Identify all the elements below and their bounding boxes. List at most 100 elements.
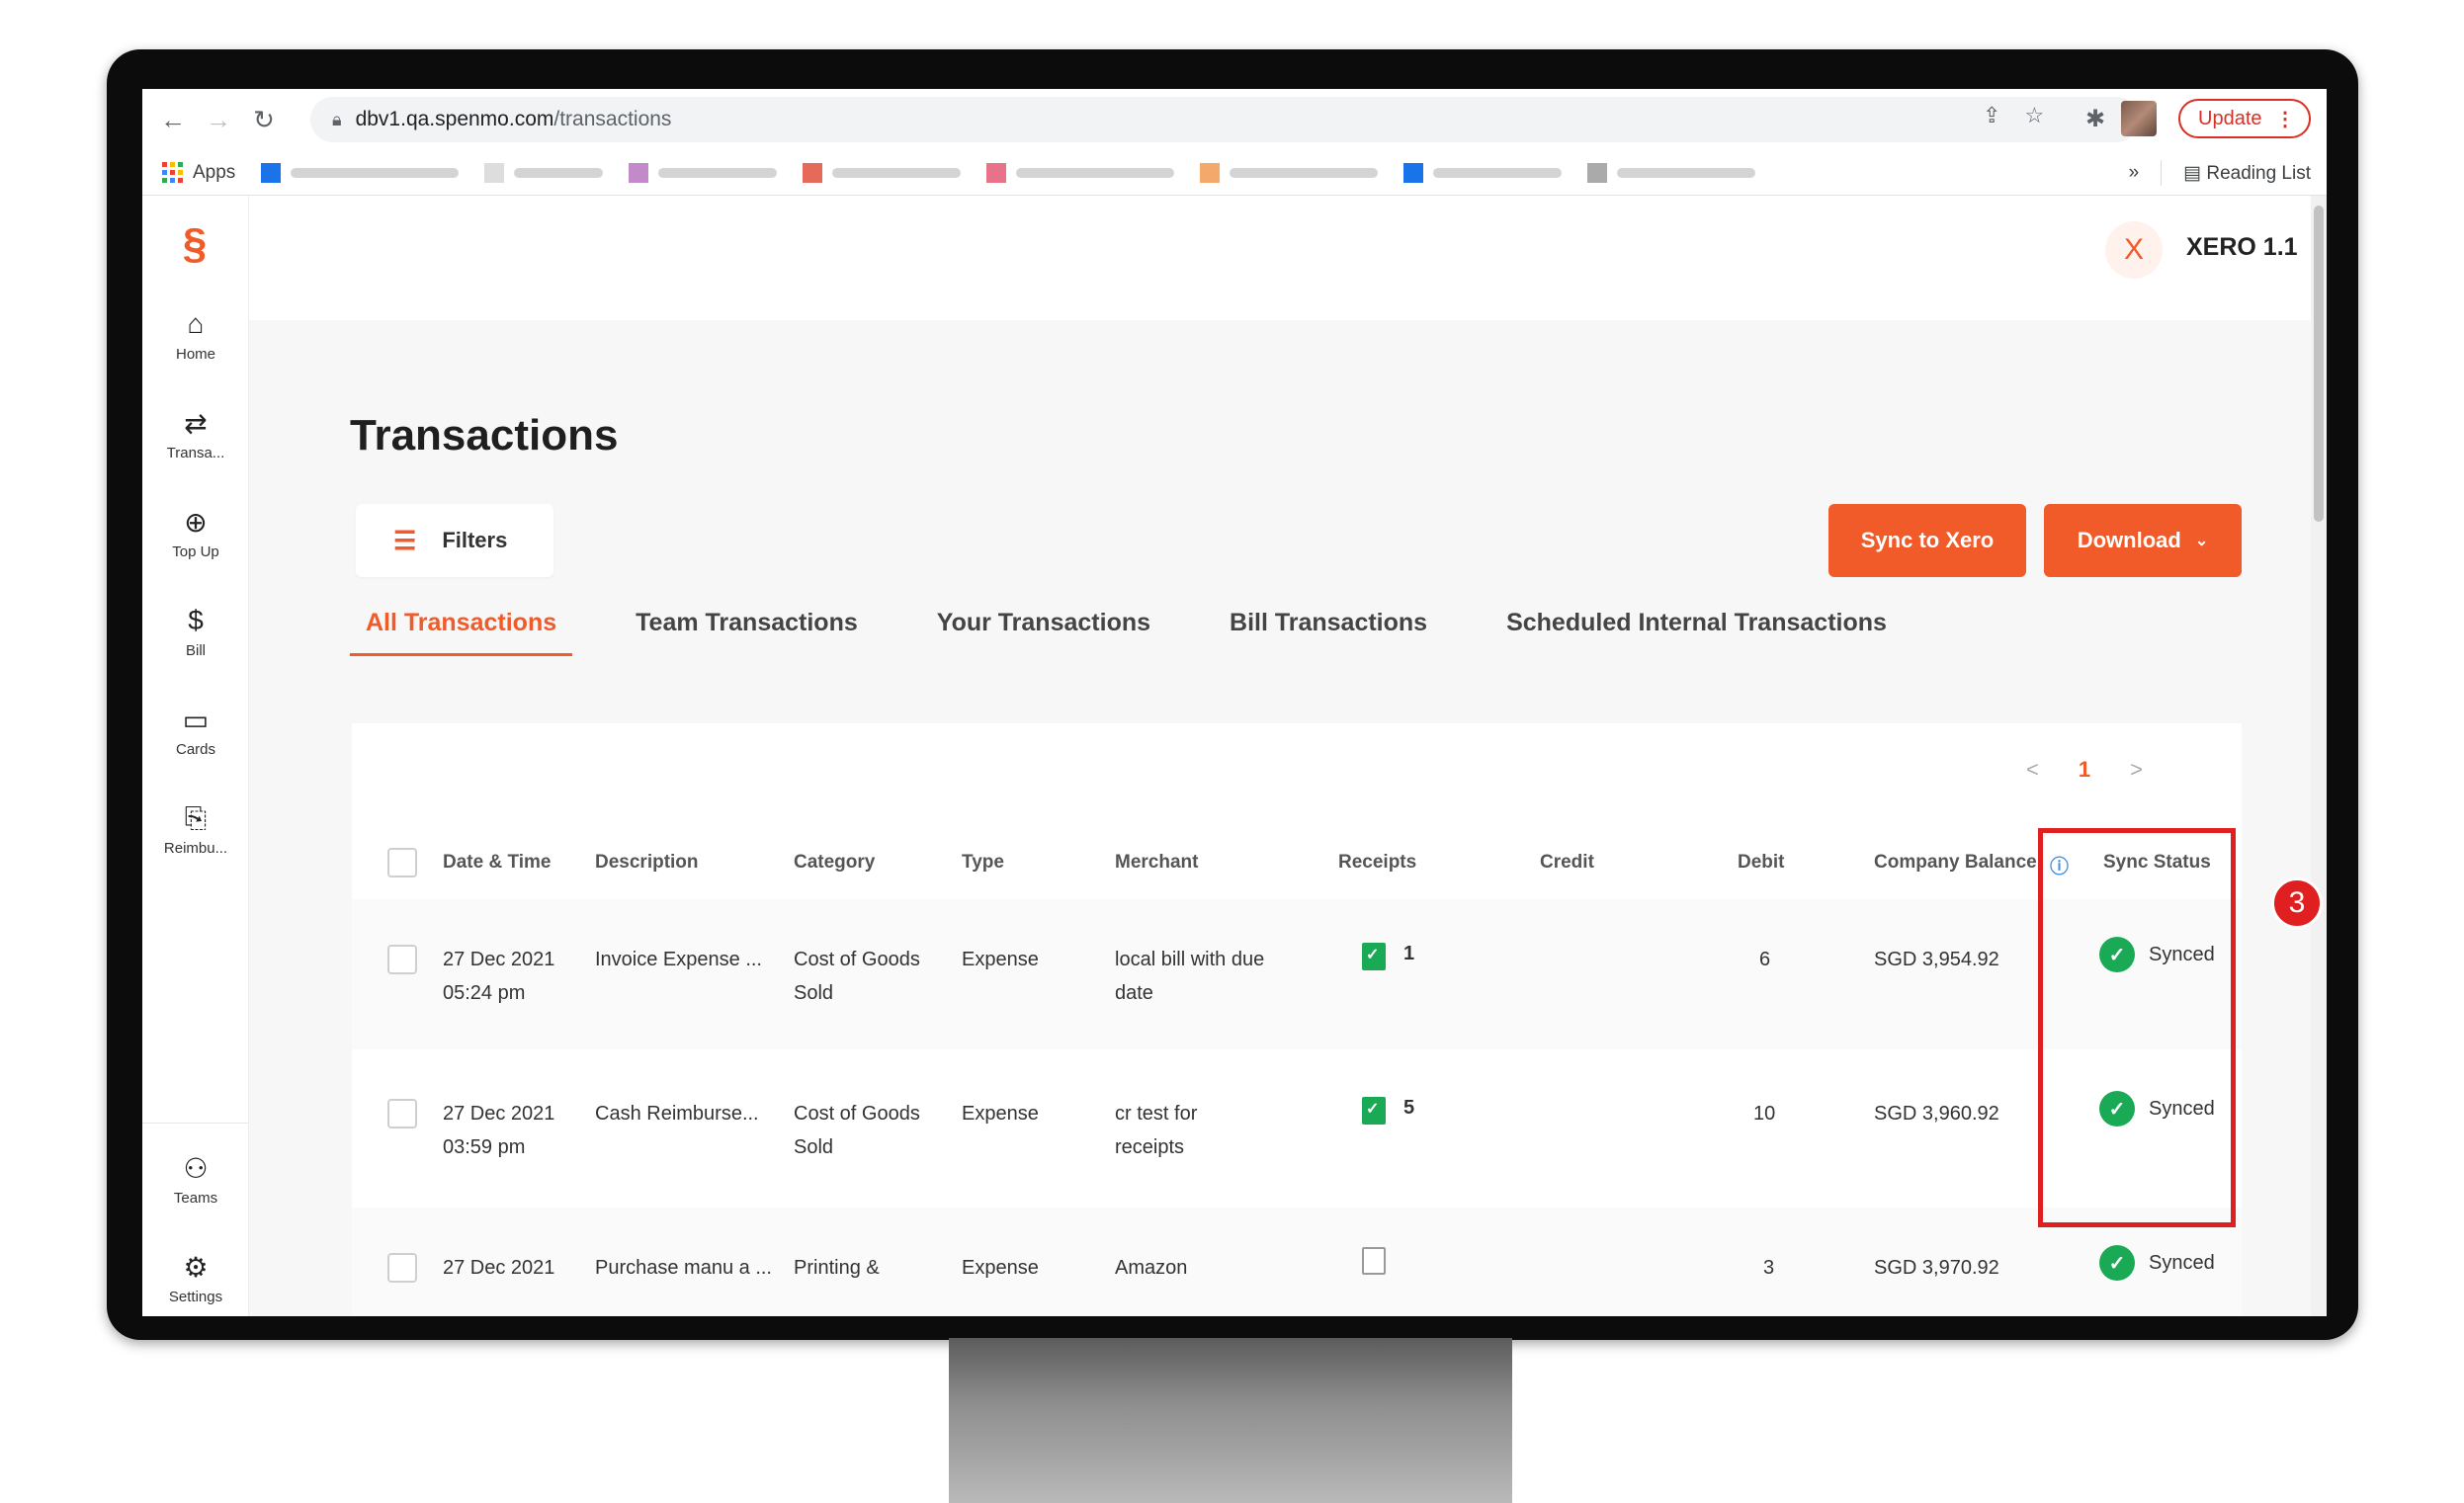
sidebar-item-label: Teams bbox=[173, 1190, 218, 1207]
tab-scheduled-internal-transactions[interactable]: Scheduled Internal Transactions bbox=[1490, 601, 1903, 656]
cell-category: Cost of Goods bbox=[794, 1103, 920, 1125]
row-checkbox[interactable] bbox=[387, 1253, 417, 1283]
receipt-icon[interactable] bbox=[1362, 943, 1386, 970]
column-header[interactable]: Credit bbox=[1540, 852, 1594, 874]
back-icon[interactable]: ← bbox=[150, 97, 196, 142]
address-bar[interactable]: 🔒︎ dbv1.qa.spenmo.com/transactions bbox=[310, 97, 2139, 142]
reimburse-icon: ⎘ bbox=[184, 801, 208, 833]
url-path: /transactions bbox=[553, 108, 672, 130]
cell-balance: SGD 3,960.92 bbox=[1874, 1103, 1999, 1125]
bookmarks-overflow[interactable]: » bbox=[2129, 162, 2140, 184]
cell-receipts-count: 5 bbox=[1403, 1097, 1415, 1119]
forward-icon[interactable]: → bbox=[196, 97, 241, 142]
filters-label: Filters bbox=[442, 528, 508, 552]
bookmark[interactable] bbox=[484, 162, 604, 183]
transaction-tabs: All Transactions Team Transactions Your … bbox=[350, 601, 1950, 656]
gear-icon: ⚙ bbox=[183, 1251, 209, 1283]
cell-merchant: receipts bbox=[1115, 1136, 1185, 1158]
tab-all-transactions[interactable]: All Transactions bbox=[350, 601, 573, 656]
row-checkbox[interactable] bbox=[387, 945, 417, 974]
cell-type: Expense bbox=[962, 1257, 1039, 1279]
column-header[interactable]: Receipts bbox=[1338, 852, 1416, 874]
receipt-icon[interactable] bbox=[1362, 1097, 1386, 1125]
table-row[interactable]: 27 Dec 2021 Purchase manu a ... Printing… bbox=[352, 1208, 2242, 1316]
sidebar-item-home[interactable]: ⌂ Home bbox=[142, 308, 249, 363]
column-header[interactable]: Category bbox=[794, 852, 875, 874]
pagination-next[interactable]: > bbox=[2130, 757, 2143, 783]
sidebar-item-label: Reimbu... bbox=[163, 840, 228, 857]
receipt-empty-icon[interactable] bbox=[1362, 1247, 1386, 1275]
update-button[interactable]: Update ⋮ bbox=[2178, 99, 2311, 138]
page-scrollbar[interactable] bbox=[2311, 196, 2327, 1316]
cell-description: Purchase manu a ... bbox=[595, 1257, 772, 1279]
pagination-prev[interactable]: < bbox=[2026, 757, 2039, 783]
cell-balance: SGD 3,954.92 bbox=[1874, 949, 1999, 970]
reload-icon[interactable]: ↻ bbox=[241, 97, 287, 142]
reading-list-label: Reading List bbox=[2206, 162, 2311, 184]
table-header: Date & Time Description Category Type Me… bbox=[352, 832, 2242, 895]
apps-label[interactable]: Apps bbox=[193, 162, 235, 184]
sidebar-item-label: Cards bbox=[175, 741, 215, 758]
sidebar-item-cards[interactable]: ▭ Cards bbox=[142, 704, 249, 759]
star-icon[interactable]: ☆ bbox=[2024, 103, 2044, 128]
column-header[interactable]: Company Balance bbox=[1874, 852, 2037, 874]
cell-merchant: Amazon bbox=[1115, 1257, 1188, 1279]
bookmark[interactable] bbox=[1403, 162, 1563, 183]
table-row[interactable]: 27 Dec 2021 03:59 pm Cash Reimburse... C… bbox=[352, 1053, 2242, 1204]
tab-bill-transactions[interactable]: Bill Transactions bbox=[1214, 601, 1443, 656]
top-bar: X XERO 1.1 ⌄ bbox=[249, 196, 2327, 320]
sidebar-item-transactions[interactable]: ⇄ Transa... bbox=[142, 407, 249, 462]
tab-your-transactions[interactable]: Your Transactions bbox=[921, 601, 1166, 656]
column-header[interactable]: Description bbox=[595, 852, 699, 874]
cell-type: Expense bbox=[962, 949, 1039, 970]
column-header[interactable]: Merchant bbox=[1115, 852, 1198, 874]
sidebar-item-settings[interactable]: ⚙ Settings bbox=[142, 1251, 249, 1306]
teams-icon: ⚇ bbox=[183, 1152, 209, 1184]
apps-icon[interactable] bbox=[162, 162, 183, 183]
cell-debit: 10 bbox=[1753, 1103, 1776, 1125]
cell-category: Cost of Goods bbox=[794, 949, 920, 970]
share-icon[interactable]: ⇪ bbox=[1983, 103, 2000, 128]
sync-to-xero-button[interactable]: Sync to Xero bbox=[1828, 504, 2026, 577]
download-button[interactable]: Download ⌄ bbox=[2044, 504, 2242, 577]
column-header[interactable]: Date & Time bbox=[443, 852, 551, 874]
sidebar-item-bill[interactable]: $ Bill bbox=[142, 605, 249, 659]
bookmark[interactable] bbox=[629, 162, 778, 183]
bookmark[interactable] bbox=[986, 162, 1175, 183]
cell-merchant: cr test for bbox=[1115, 1103, 1198, 1125]
sidebar-item-top-up[interactable]: ⊕ Top Up bbox=[142, 506, 249, 561]
org-name[interactable]: XERO 1.1 bbox=[2186, 233, 2298, 262]
bookmark[interactable] bbox=[1587, 162, 1756, 183]
more-icon: ⋮ bbox=[2275, 108, 2295, 130]
bookmark[interactable] bbox=[803, 162, 962, 183]
divider bbox=[2161, 160, 2163, 186]
sidebar-item-label: Transa... bbox=[166, 445, 225, 461]
row-checkbox[interactable] bbox=[387, 1099, 417, 1128]
pagination-current[interactable]: 1 bbox=[2079, 757, 2090, 783]
cell-date: 27 Dec 2021 bbox=[443, 1103, 555, 1125]
profile-avatar[interactable] bbox=[2121, 101, 2158, 136]
cell-category: Sold bbox=[794, 982, 834, 1004]
table-row[interactable]: 27 Dec 2021 05:24 pm Invoice Expense ...… bbox=[352, 899, 2242, 1049]
transfer-icon: ⇄ bbox=[184, 407, 208, 439]
bookmark[interactable] bbox=[261, 162, 460, 183]
filters-button[interactable]: ☰ Filters bbox=[356, 504, 553, 577]
cell-category: Sold bbox=[794, 1136, 834, 1158]
sidebar-item-teams[interactable]: ⚇ Teams bbox=[142, 1152, 249, 1208]
sidebar-item-reimbursements[interactable]: ⎘ Reimbu... bbox=[142, 801, 249, 858]
column-header[interactable]: Debit bbox=[1738, 852, 1785, 874]
scrollbar-thumb[interactable] bbox=[2314, 206, 2324, 522]
column-header[interactable]: Type bbox=[962, 852, 1004, 874]
select-all-checkbox[interactable] bbox=[387, 848, 417, 877]
spenmo-logo[interactable]: § bbox=[172, 221, 217, 267]
org-avatar[interactable]: X bbox=[2105, 221, 2163, 279]
bookmark[interactable] bbox=[1200, 162, 1379, 183]
reading-list[interactable]: ▤ Reading List bbox=[2183, 162, 2311, 185]
sync-status-label: Synced bbox=[2149, 1251, 2215, 1274]
filter-icon: ☰ bbox=[393, 525, 417, 555]
cell-balance: SGD 3,970.92 bbox=[1874, 1257, 1999, 1279]
bill-icon: $ bbox=[188, 605, 204, 635]
cell-category: Printing & bbox=[794, 1257, 880, 1279]
tab-team-transactions[interactable]: Team Transactions bbox=[620, 601, 874, 656]
extensions-icon[interactable]: ✱ bbox=[2085, 105, 2105, 133]
